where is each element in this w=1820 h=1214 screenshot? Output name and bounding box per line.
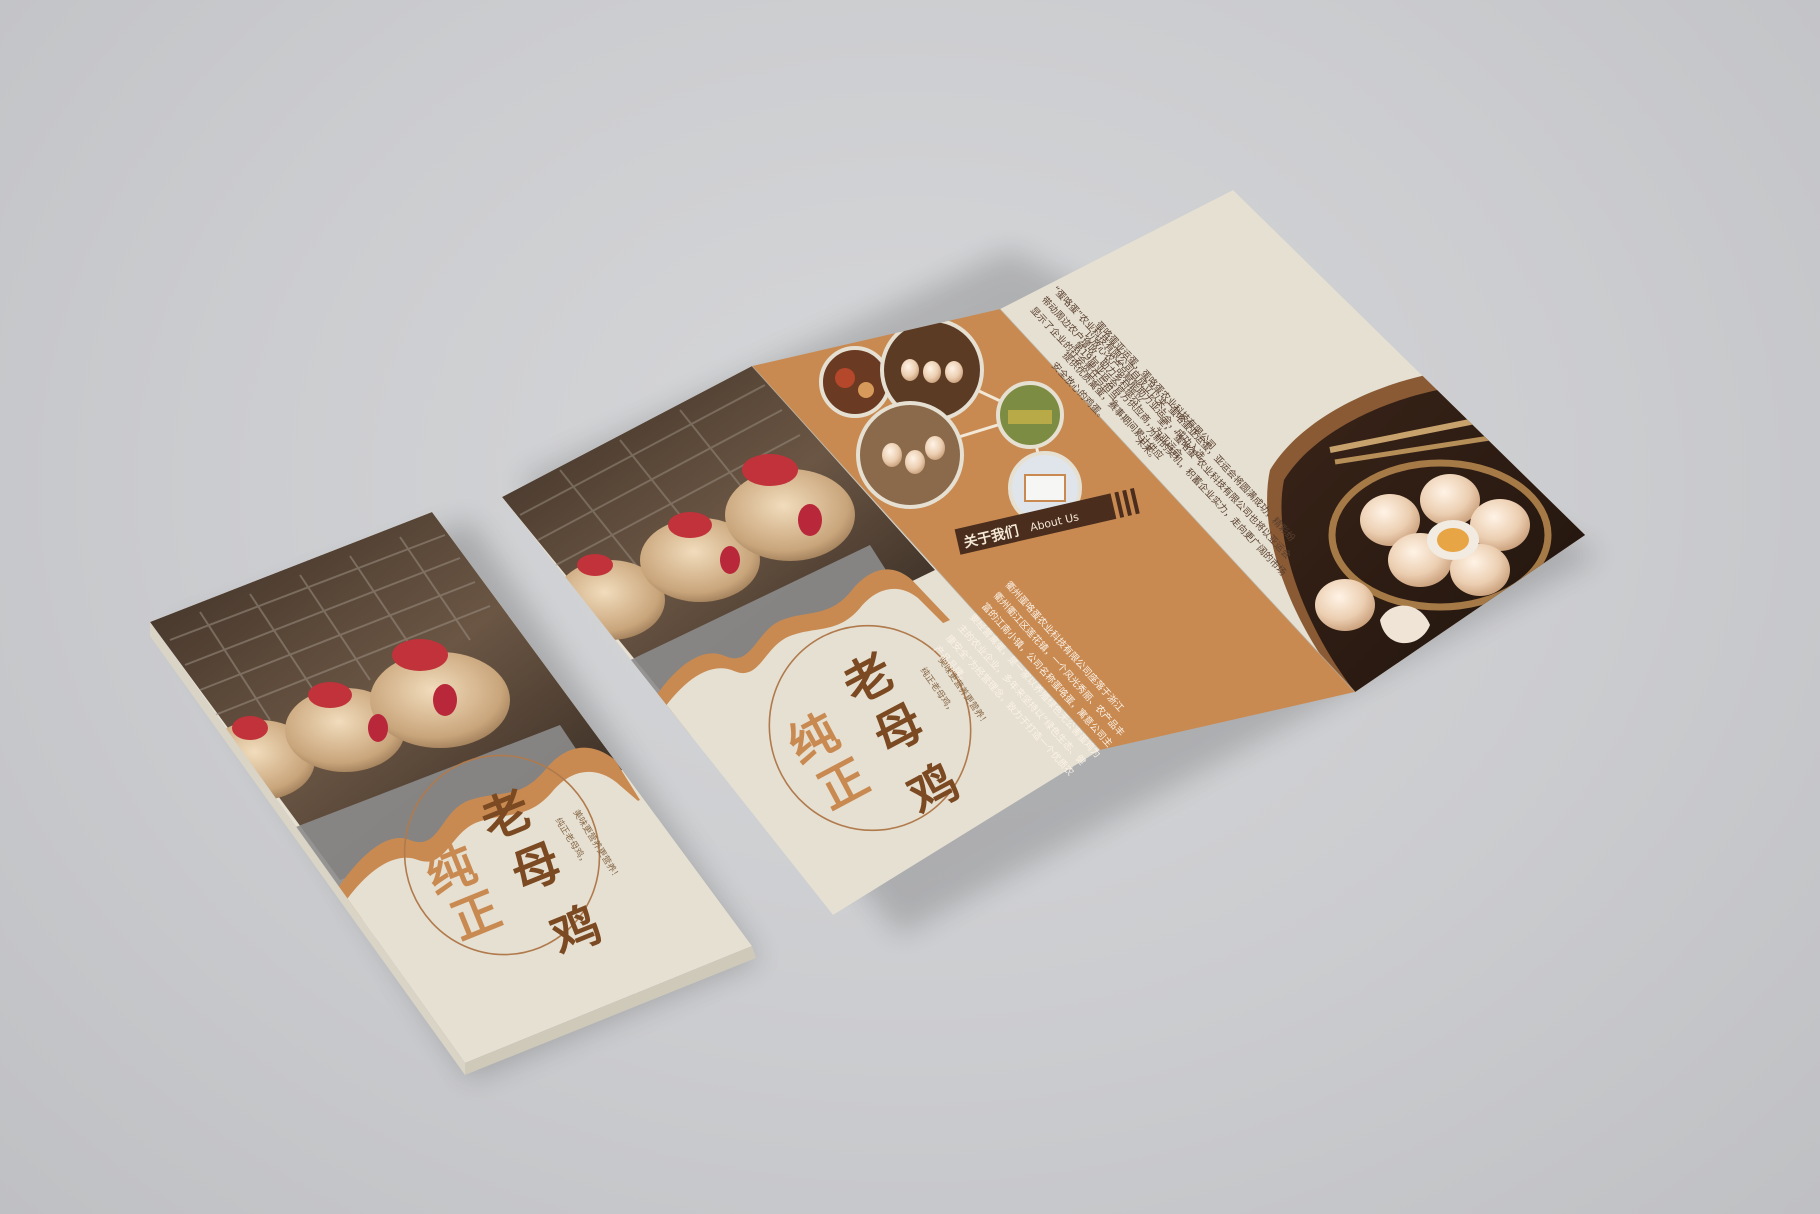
mockup-scene: 老 纯 母 正 鸡 纯正老母鸡， 美味更营养更营养！ 老 纯 母 正 鸡 纯正老… bbox=[0, 0, 1820, 1214]
about-photo-chickens bbox=[819, 346, 891, 418]
brochure-mockup: 老 纯 母 正 鸡 纯正老母鸡， 美味更营养更营养！ 老 纯 母 正 鸡 纯正老… bbox=[150, 190, 1600, 1080]
